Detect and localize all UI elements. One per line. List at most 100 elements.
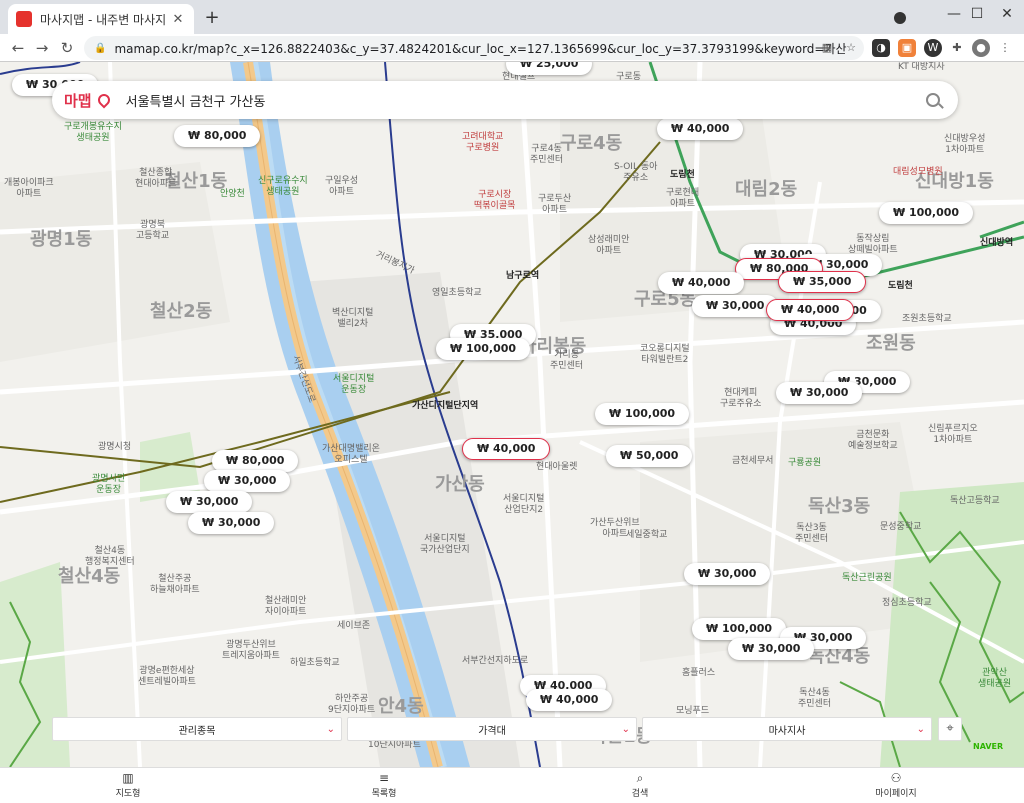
station-label: 신대방역 (980, 238, 1014, 248)
price-pin-highlighted[interactable]: ₩ 40,000 (766, 299, 855, 321)
price-pin[interactable]: ₩ 40,000 (658, 272, 745, 294)
poi-label: 광명시민 운동장 (92, 474, 126, 495)
price-pin-highlighted[interactable]: ₩ 40,000 (462, 438, 551, 460)
site-favicon-icon (16, 11, 32, 27)
chevron-down-icon: ⌄ (916, 723, 925, 735)
profile-indicator-icon[interactable] (894, 12, 906, 24)
filter-price-select[interactable]: 가격대 ⌄ (347, 717, 637, 741)
poi-label: 영일초등학교 (432, 288, 482, 298)
extension-orange-icon[interactable]: ▣ (898, 39, 916, 57)
back-arrow-icon[interactable]: ← (6, 36, 30, 60)
price-pin[interactable]: ₩ 25,000 (506, 62, 593, 75)
filter-label: 가격대 (478, 725, 506, 737)
poi-label: 삼성래미안 아파트 (588, 235, 630, 256)
poi-label: 신대방우성 1차아파트 (944, 134, 986, 155)
poi-label: 하일초등학교 (290, 658, 340, 668)
price-pin[interactable]: ₩ 80,000 (174, 125, 261, 147)
extension-w-icon[interactable]: W (924, 39, 942, 57)
profile-avatar-icon[interactable]: ● (972, 39, 990, 57)
poi-label: 구로현대 아파트 (666, 188, 700, 209)
price-pin[interactable]: ₩ 40,000 (657, 118, 744, 140)
search-icon: ⌕ (636, 771, 644, 785)
list-icon: ≡ (378, 771, 390, 785)
address-bar[interactable]: 🔒 mamap.co.kr/map?c_x=126.8822403&c_y=37… (84, 36, 864, 60)
poi-label: 가리봉 주민센터 (550, 350, 584, 371)
price-pin[interactable]: ₩ 30,000 (776, 382, 863, 404)
area-label: 대림2동 (735, 179, 798, 200)
nav-map-view[interactable]: ▥ 지도형 (0, 768, 256, 803)
bottom-navigation: ▥ 지도형 ≡ 목록형 ⌕ 검색 ⚇ 마이페이지 (0, 767, 1024, 803)
close-window-button[interactable]: ✕ (985, 0, 1024, 30)
price-pin[interactable]: ₩ 100,000 (595, 403, 690, 425)
poi-label: 현대케피 구로주유소 (720, 388, 762, 409)
qr-code-icon[interactable]: ▦ (818, 39, 836, 57)
new-tab-button[interactable]: + (202, 8, 222, 28)
poi-label: 대림성모병원 (893, 167, 943, 177)
poi-label: 10단지아파트 (368, 740, 421, 750)
search-icon[interactable] (926, 93, 940, 107)
map-canvas[interactable]: 광명1동 철산2동 철산1동 철산4동 가산동 구로4동 구로5동 대림2동 신… (0, 62, 1024, 767)
filter-category-select[interactable]: 관리종목 ⌄ (52, 717, 342, 741)
price-pin[interactable]: ₩ 30,000 (684, 563, 771, 585)
poi-label: 광명두산위브 트레지움아파트 (222, 640, 280, 661)
poi-label: KT 대방지사 (898, 62, 945, 72)
poi-label: 안양천 (220, 189, 245, 199)
extensions-puzzle-icon[interactable]: ✚ (948, 39, 966, 57)
poi-label: 가산대명밸리온 오피스텔 (322, 444, 380, 465)
poi-label: 서울디지털 운동장 (333, 374, 375, 395)
poi-label: 세이브존 (337, 621, 371, 631)
price-pin[interactable]: ₩ 30,000 (728, 638, 815, 660)
price-pin[interactable]: ₩ 100,000 (879, 202, 974, 224)
tab-title: 마사지맵 - 내주변 마사지 최저가 (40, 12, 170, 27)
poi-label: 홈플러스 (682, 668, 716, 678)
reload-icon[interactable]: ↻ (55, 36, 79, 60)
poi-label: 구로두산 아파트 (538, 194, 572, 215)
poi-label: 독산3동 주민센터 (795, 523, 829, 544)
poi-label: 철산4동 행정복지센터 (85, 546, 135, 567)
chevron-down-icon: ⌄ (621, 723, 630, 735)
area-label: 가산동 (435, 474, 485, 495)
area-label: 안4동 (378, 696, 424, 717)
bookmark-star-icon[interactable]: ☆ (842, 39, 860, 57)
search-bar[interactable]: 마맵 서울특별시 금천구 가산동 (52, 81, 958, 119)
forward-arrow-icon[interactable]: → (30, 36, 54, 60)
poi-label: 철산래미안 자이아파트 (265, 596, 307, 617)
poi-label: 동작상림 상떼빌아파트 (848, 234, 898, 255)
extension-mask-icon[interactable]: ◑ (872, 39, 890, 57)
poi-label: 철산종합 현대아파트 (135, 168, 177, 189)
price-pin[interactable]: ₩ 30,000 (166, 491, 253, 513)
poi-label: 벽산디지털 밸리2차 (332, 308, 374, 329)
filter-therapist-select[interactable]: 마사지사 ⌄ (642, 717, 932, 741)
current-location-icon[interactable]: ⌖ (938, 717, 962, 741)
search-input[interactable]: 서울특별시 금천구 가산동 (126, 91, 926, 110)
price-pin[interactable]: ₩ 100,000 (692, 618, 787, 640)
poi-label: 세일중학교 (626, 530, 668, 540)
poi-label: 정심초등학교 (882, 598, 932, 608)
nav-label: 지도형 (115, 789, 141, 799)
browser-menu-icon[interactable]: ⋮ (996, 39, 1014, 57)
price-pin[interactable]: ₩ 30,000 (188, 512, 275, 534)
poi-label: 독산4동 주민센터 (798, 688, 832, 709)
nav-search[interactable]: ⌕ 검색 (512, 768, 768, 803)
price-pin[interactable]: ₩ 40,000 (526, 689, 613, 711)
area-label: 광명1동 (30, 229, 93, 250)
nav-list-view[interactable]: ≡ 목록형 (256, 768, 512, 803)
mamap-logo[interactable]: 마맵 (64, 90, 92, 111)
tab-close-icon[interactable]: ✕ (170, 12, 186, 27)
poi-label: 독산근린공원 (842, 573, 892, 583)
price-pin[interactable]: ₩ 50,000 (606, 445, 693, 467)
poi-label: 서울디지털 국가산업단지 (420, 534, 470, 555)
browser-tab[interactable]: 마사지맵 - 내주변 마사지 최저가 ✕ (8, 4, 194, 34)
price-pin[interactable]: ₩ 80,000 (212, 450, 299, 472)
poi-label: 개봉아이파크 아파트 (4, 178, 54, 199)
poi-label: 구일우성 아파트 (325, 176, 359, 197)
price-pin[interactable]: ₩ 30,000 (204, 470, 291, 492)
poi-label: 현대아울렛 (536, 462, 578, 472)
station-label: 가산디지털단지역 (412, 401, 479, 411)
price-pin-highlighted[interactable]: ₩ 35,000 (778, 271, 867, 293)
poi-label: 조원초등학교 (902, 314, 952, 324)
poi-label: 서부간선지하도로 (462, 656, 529, 666)
nav-my-page[interactable]: ⚇ 마이페이지 (768, 768, 1024, 803)
station-label: 도림천 (670, 170, 695, 180)
price-pin[interactable]: ₩ 100,000 (436, 338, 531, 360)
